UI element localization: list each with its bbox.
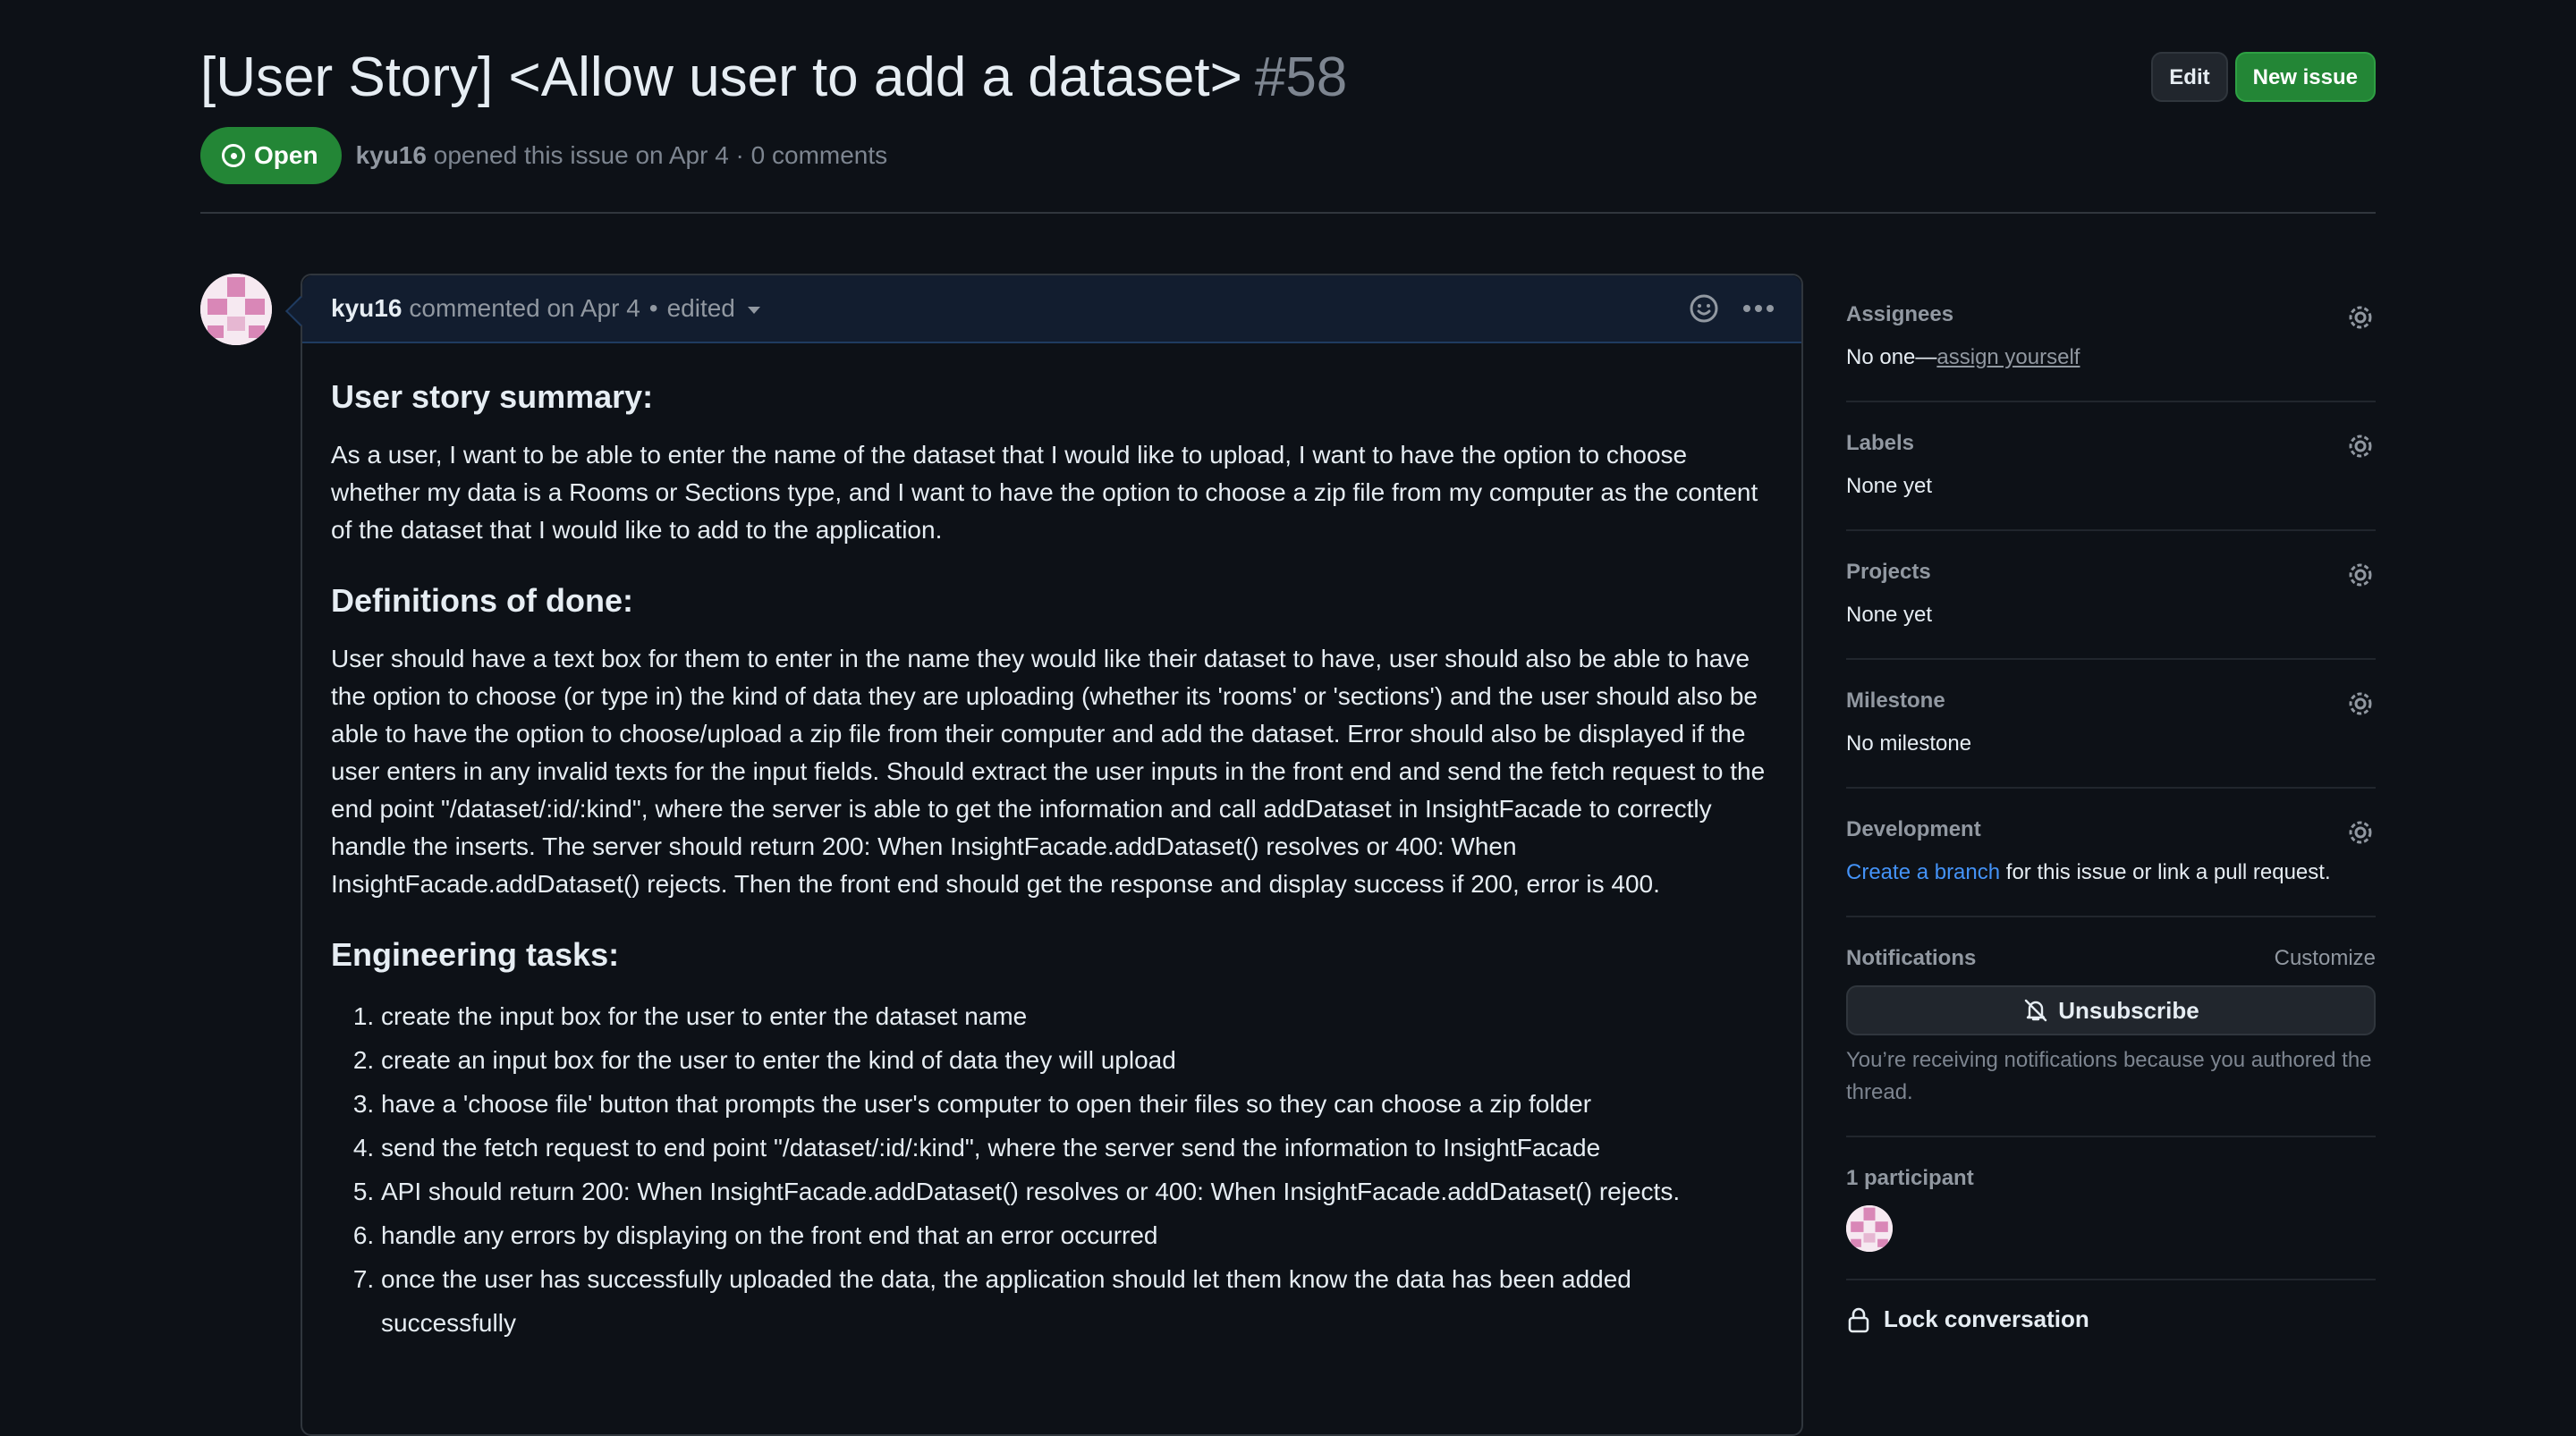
tasks-heading: Engineering tasks: — [331, 936, 620, 973]
comment-body: User story summary: As a user, I want to… — [302, 343, 1801, 1370]
status-badge: Open — [200, 127, 342, 184]
list-item: have a 'choose file' button that prompts… — [381, 1082, 1773, 1126]
edit-button[interactable]: Edit — [2151, 52, 2228, 102]
development-value: Create a branch for this issue or link a… — [1846, 857, 2376, 889]
list-item: API should return 200: When InsightFacad… — [381, 1170, 1773, 1213]
bell-slash-icon — [2025, 999, 2047, 1022]
dod-heading: Definitions of done: — [331, 582, 633, 619]
assignees-title: Assignees — [1846, 302, 1954, 326]
kebab-menu-icon[interactable] — [1742, 304, 1775, 313]
summary-text: As a user, I want to be able to enter th… — [331, 441, 1758, 544]
notifications-note: You’re receiving notifications because y… — [1846, 1048, 2372, 1104]
issue-number: #58 — [1254, 46, 1348, 108]
comment-meta[interactable]: commented on Apr 4 — [409, 294, 640, 323]
assign-yourself-link[interactable]: assign yourself — [1936, 345, 2080, 369]
list-item: create an input box for the user to ente… — [381, 1038, 1773, 1082]
projects-section: Projects None yet — [1846, 531, 2376, 660]
customize-link[interactable]: Customize — [2275, 946, 2376, 971]
comment-actions — [1689, 293, 1775, 324]
issue-title-text: [User Story] <Allow user to add a datase… — [200, 46, 1242, 108]
summary-heading: User story summary: — [331, 378, 654, 415]
avatar[interactable] — [1846, 1205, 1893, 1252]
lock-conversation-link[interactable]: Lock conversation — [1846, 1280, 2376, 1333]
gear-icon[interactable] — [2345, 688, 2376, 719]
tasks-list: create the input box for the user to ent… — [331, 994, 1773, 1345]
participants-section: 1 participant — [1846, 1137, 2376, 1280]
issue-opened-text: opened this issue on Apr 4 · 0 comments — [433, 141, 888, 169]
issue-sidebar: Assignees No one—assign yourself Labels … — [1846, 274, 2376, 1333]
milestone-section: Milestone No milestone — [1846, 660, 2376, 789]
status-label: Open — [254, 141, 318, 169]
list-item: once the user has successfully uploaded … — [381, 1257, 1773, 1345]
assignees-value: No one—assign yourself — [1846, 342, 2376, 374]
new-issue-button[interactable]: New issue — [2234, 52, 2376, 102]
gear-icon[interactable] — [2345, 817, 2376, 848]
development-section: Development Create a branch for this iss… — [1846, 789, 2376, 917]
lock-label: Lock conversation — [1884, 1305, 2089, 1332]
edited-label: edited — [666, 294, 735, 322]
edited-dropdown[interactable]: edited — [667, 294, 760, 323]
issue-open-icon — [222, 144, 245, 167]
comment-pointer — [285, 296, 316, 326]
participants-title: 1 participant — [1846, 1166, 1974, 1190]
smiley-icon[interactable] — [1689, 293, 1719, 324]
milestone-title: Milestone — [1846, 688, 1945, 713]
labels-title: Labels — [1846, 431, 1915, 455]
list-item: create the input box for the user to ent… — [381, 994, 1773, 1038]
chevron-down-icon — [747, 306, 760, 314]
issue-title: [User Story] <Allow user to add a datase… — [200, 43, 2376, 113]
header-actions: Edit New issue — [2151, 52, 2376, 102]
gear-icon[interactable] — [2345, 431, 2376, 461]
assignees-prefix: No one— — [1846, 345, 1937, 369]
comment-header: kyu16 commented on Apr 4 • edited — [285, 275, 1801, 343]
comment-author-link[interactable]: kyu16 — [331, 294, 402, 323]
development-suffix: for this issue or link a pull request. — [2000, 860, 2331, 884]
lock-icon — [1848, 1307, 1869, 1332]
issue-meta-text: kyu16 opened this issue on Apr 4 · 0 com… — [356, 141, 888, 170]
gear-icon[interactable] — [2345, 302, 2376, 333]
assignees-section: Assignees No one—assign yourself — [1846, 274, 2376, 402]
labels-section: Labels None yet — [1846, 402, 2376, 531]
create-branch-link[interactable]: Create a branch — [1846, 860, 2000, 884]
unsubscribe-label: Unsubscribe — [2058, 996, 2199, 1024]
labels-value: None yet — [1846, 474, 1933, 498]
gear-icon[interactable] — [2345, 560, 2376, 590]
dod-text: User should have a text box for them to … — [331, 645, 1766, 898]
projects-title: Projects — [1846, 560, 1931, 584]
list-item: handle any errors by displaying on the f… — [381, 1213, 1773, 1257]
comment-box: kyu16 commented on Apr 4 • edited User s… — [285, 274, 1803, 1436]
development-title: Development — [1846, 817, 1981, 841]
issue-meta: Open kyu16 opened this issue on Apr 4 · … — [200, 127, 887, 184]
unsubscribe-button[interactable]: Unsubscribe — [1846, 985, 2376, 1035]
list-item: send the fetch request to end point "/da… — [381, 1126, 1773, 1170]
milestone-value: No milestone — [1846, 731, 1972, 756]
issue-header: [User Story] <Allow user to add a datase… — [200, 43, 2376, 184]
header-divider — [200, 212, 2376, 214]
avatar[interactable] — [200, 274, 272, 345]
projects-value: None yet — [1846, 603, 1933, 627]
issue-author-link[interactable]: kyu16 — [356, 141, 427, 169]
notifications-section: Notifications Customize Unsubscribe You’… — [1846, 917, 2376, 1137]
comment-separator: • — [648, 294, 658, 322]
